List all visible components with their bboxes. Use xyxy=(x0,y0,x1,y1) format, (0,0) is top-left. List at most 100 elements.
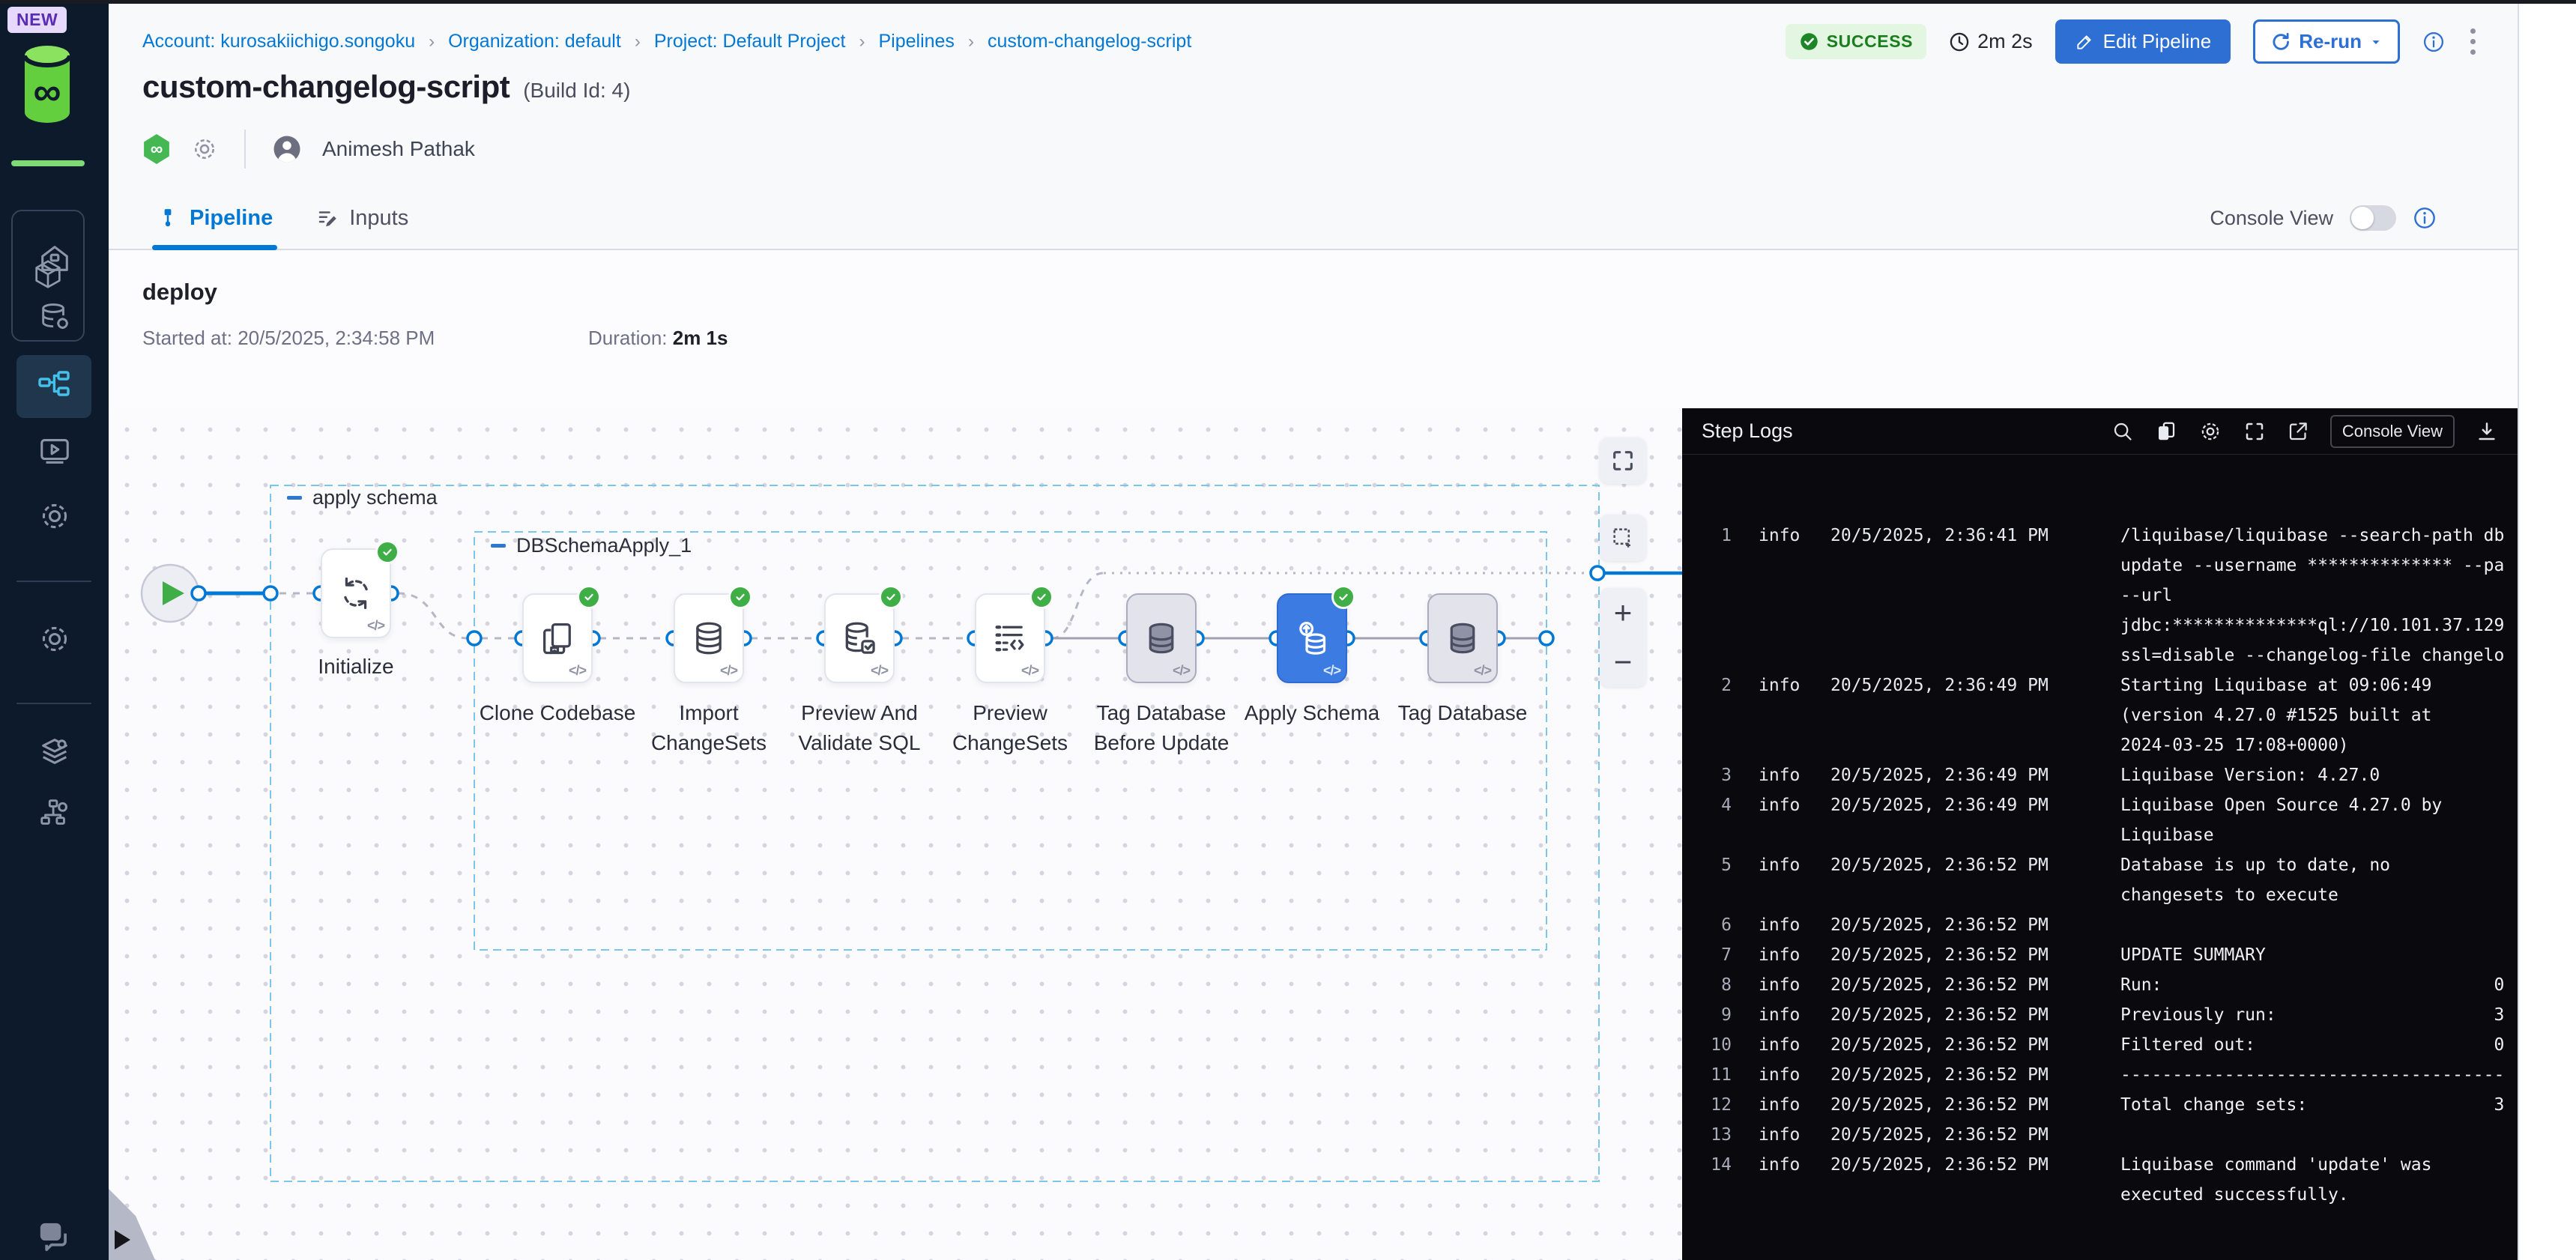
run-info-icon[interactable] xyxy=(2422,31,2445,53)
sidebar-item-connectors[interactable] xyxy=(37,796,72,830)
stage-name: deploy xyxy=(142,279,217,306)
step-logs-panel: Step Logs Console View 1info20/5/2025, 2… xyxy=(1682,408,2518,1260)
sidebar-item-home[interactable] xyxy=(37,241,72,276)
build-id: (Build Id: 4) xyxy=(523,79,630,103)
log-row: 1info20/5/2025, 2:36:41 PM/liquibase/liq… xyxy=(1682,521,2518,670)
database-upload-icon xyxy=(1292,619,1331,658)
step-label: Preview ChangeSets xyxy=(928,698,1092,758)
collapse-icon[interactable] xyxy=(491,544,506,548)
sidebar-item-databases[interactable] xyxy=(37,300,72,334)
status-badge: SUCCESS xyxy=(1786,24,1926,59)
more-options-menu[interactable] xyxy=(2467,25,2479,58)
log-fullscreen-icon[interactable] xyxy=(2243,420,2266,443)
log-row: 13info20/5/2025, 2:36:52 PM xyxy=(1682,1120,2518,1150)
edit-pipeline-button[interactable]: Edit Pipeline xyxy=(2055,19,2231,64)
sidebar-item-environments[interactable] xyxy=(37,734,72,769)
step-node-import-changesets[interactable]: </> xyxy=(674,593,744,683)
db-devops-logo[interactable]: ∞ xyxy=(22,43,72,130)
step-label: Tag Database xyxy=(1380,698,1545,728)
svg-text:∞: ∞ xyxy=(33,70,61,114)
breadcrumb-pipeline-name[interactable]: custom-changelog-script xyxy=(988,31,1191,52)
log-row: 8info20/5/2025, 2:36:52 PMRun: 0 xyxy=(1682,970,2518,1000)
refresh-icon xyxy=(2270,31,2291,52)
help-chat-icon[interactable]: ? xyxy=(35,1218,74,1257)
step-node-clone-codebase[interactable]: </> xyxy=(522,593,593,683)
log-row: 12info20/5/2025, 2:36:52 PMTotal change … xyxy=(1682,1090,2518,1120)
svg-text:?: ? xyxy=(46,1224,55,1239)
collapse-icon[interactable] xyxy=(287,496,302,500)
success-badge xyxy=(1331,585,1355,609)
zoom-out-button[interactable]: − xyxy=(1600,637,1646,687)
stage-summary: deploy Started at: 20/5/2025, 2:34:58 PM… xyxy=(109,250,2518,408)
caret-down-icon xyxy=(2369,35,2383,49)
header-row: Account: kurosakiichigo.songoku › Organi… xyxy=(142,19,2479,64)
started-value: 20/5/2025, 2:34:58 PM xyxy=(238,327,435,349)
sidebar-item-executions[interactable] xyxy=(37,433,72,467)
log-search-icon[interactable] xyxy=(2111,420,2134,443)
success-badge xyxy=(879,585,903,609)
breadcrumb-project[interactable]: Project: Default Project xyxy=(654,31,846,52)
log-body: 1info20/5/2025, 2:36:41 PM/liquibase/liq… xyxy=(1682,455,2518,1210)
log-console-view-button[interactable]: Console View xyxy=(2330,415,2455,448)
meta-row: ∞ Animesh Pathak xyxy=(142,132,475,166)
main-content: Account: kurosakiichigo.songoku › Organi… xyxy=(109,0,2576,1260)
chevron-right-icon: › xyxy=(859,31,865,52)
gear-icon[interactable] xyxy=(190,135,219,163)
tab-pipeline[interactable]: Pipeline xyxy=(157,187,273,249)
breadcrumb-organization[interactable]: Organization: default xyxy=(448,31,621,52)
pipeline-canvas[interactable]: apply schema DBSchemaApply_1 </> Initial… xyxy=(109,408,1682,1260)
log-open-external-icon[interactable] xyxy=(2287,420,2309,443)
clock-icon xyxy=(1949,31,1970,52)
svg-text:∞: ∞ xyxy=(151,139,163,158)
step-node-tag-database[interactable]: </> xyxy=(1427,593,1498,683)
module-hexagon-icon: ∞ xyxy=(142,133,171,166)
tab-inputs[interactable]: Inputs xyxy=(316,187,408,249)
console-view-toggle[interactable] xyxy=(2350,205,2396,231)
divider xyxy=(244,130,246,169)
step-node-preview-validate-sql[interactable]: </> xyxy=(824,593,895,683)
fullscreen-icon xyxy=(1610,448,1636,473)
rerun-button[interactable]: Re-run xyxy=(2253,19,2400,64)
log-toolbar: Console View xyxy=(2111,415,2498,448)
canvas-select-button[interactable] xyxy=(1600,515,1646,561)
sidebar-divider xyxy=(16,703,91,704)
log-row: 10info20/5/2025, 2:36:52 PMFiltered out:… xyxy=(1682,1030,2518,1060)
log-row: 4info20/5/2025, 2:36:49 PMLiquibase Open… xyxy=(1682,790,2518,850)
page-title: custom-changelog-script xyxy=(142,69,510,105)
console-view-control: Console View xyxy=(2210,187,2437,249)
breadcrumb-account[interactable]: Account: kurosakiichigo.songoku xyxy=(142,31,415,52)
sidebar-item-settings-1[interactable] xyxy=(37,499,72,533)
stepgroup-label[interactable]: DBSchemaApply_1 xyxy=(491,534,692,557)
new-badge: NEW xyxy=(7,7,67,33)
database-tag-icon xyxy=(1443,619,1482,658)
step-node-initialize[interactable]: </> xyxy=(321,548,391,638)
app-root: NEW ∞ xyxy=(0,0,2576,1260)
sidebar-item-pipelines-active[interactable] xyxy=(16,355,91,418)
log-settings-icon[interactable] xyxy=(2198,420,2222,443)
author-name: Animesh Pathak xyxy=(322,137,475,161)
step-node-tag-database-before-update[interactable]: </> xyxy=(1126,593,1197,683)
log-copy-icon[interactable] xyxy=(2155,420,2177,443)
database-check-icon xyxy=(840,619,879,658)
canvas-fullscreen-button[interactable] xyxy=(1600,437,1646,484)
sidebar: NEW ∞ xyxy=(0,0,109,1260)
log-download-icon[interactable] xyxy=(2476,420,2498,443)
zoom-in-button[interactable]: + xyxy=(1600,588,1646,637)
graph-connectors xyxy=(109,408,1682,1260)
stage-label[interactable]: apply schema xyxy=(287,486,438,509)
info-icon[interactable] xyxy=(2413,206,2437,230)
step-label: Import ChangeSets xyxy=(626,698,791,758)
zoom-controls: + − xyxy=(1600,588,1646,687)
breadcrumb-pipelines[interactable]: Pipelines xyxy=(878,31,954,52)
sidebar-item-settings-2[interactable] xyxy=(37,622,72,656)
log-row: 7info20/5/2025, 2:36:52 PMUPDATE SUMMARY xyxy=(1682,940,2518,970)
step-label: Preview And Validate SQL xyxy=(777,698,942,758)
check-circle-icon xyxy=(1799,31,1819,52)
step-node-preview-changesets[interactable]: </> xyxy=(975,593,1045,683)
step-label: Initialize xyxy=(273,652,438,682)
stage-meta: Started at: 20/5/2025, 2:34:58 PM Durati… xyxy=(142,327,435,350)
step-label: Apply Schema xyxy=(1230,698,1394,728)
header-actions: SUCCESS 2m 2s Edit Pipeline Re-run xyxy=(1786,19,2479,64)
step-node-apply-schema[interactable]: </> xyxy=(1277,593,1347,683)
workarea: apply schema DBSchemaApply_1 </> Initial… xyxy=(109,408,2518,1260)
